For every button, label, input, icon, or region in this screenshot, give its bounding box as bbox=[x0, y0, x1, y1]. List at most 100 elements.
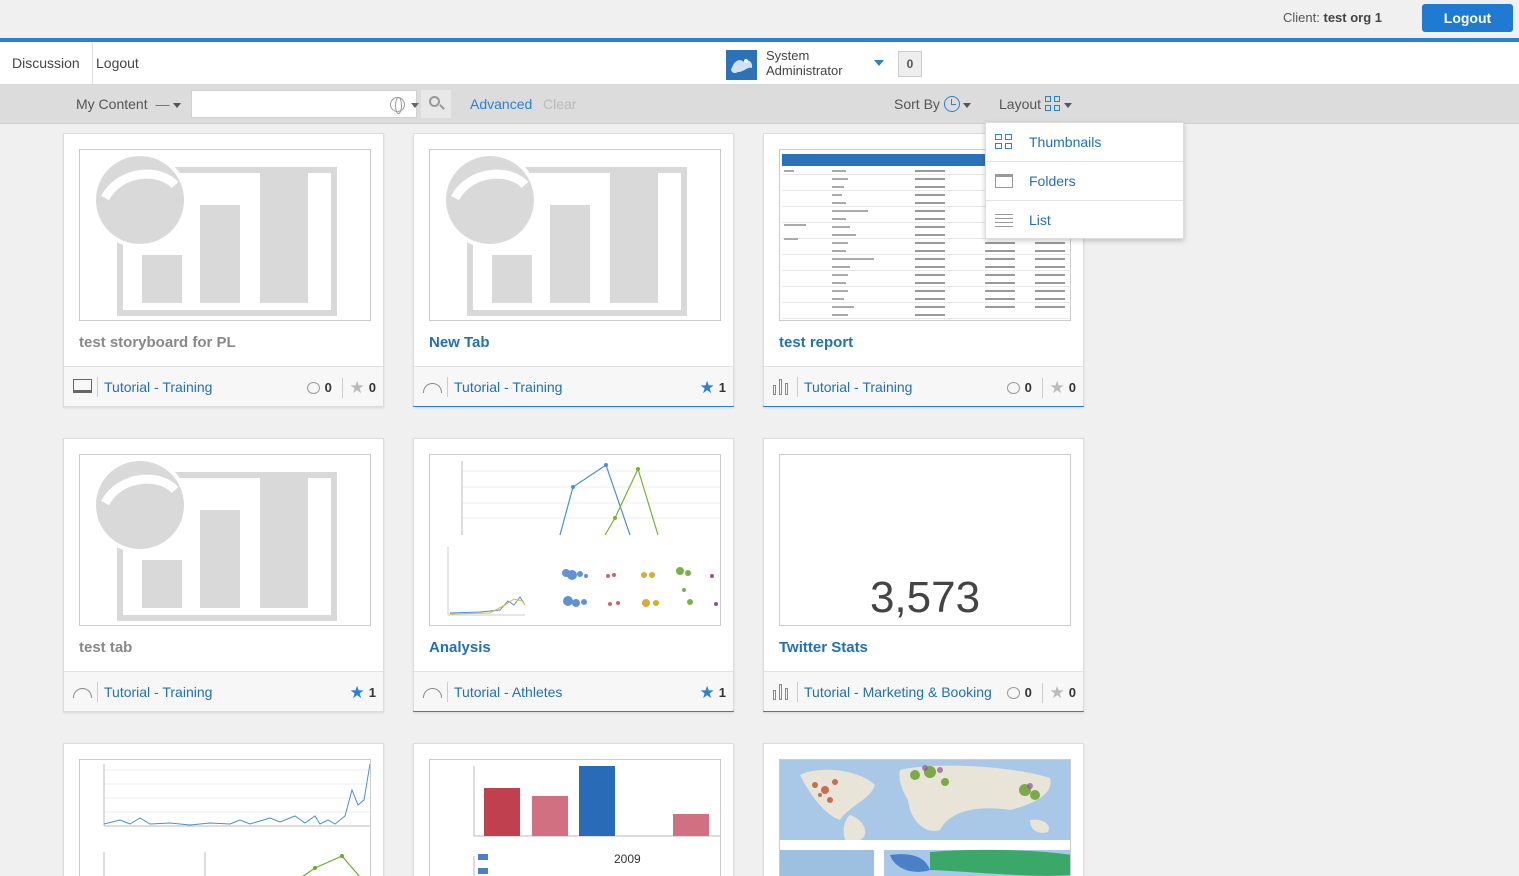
star-count[interactable]: ★ 0 bbox=[341, 378, 376, 398]
card-thumbnail[interactable] bbox=[79, 454, 371, 626]
content-card[interactable]: test storyboard for PL Tutorial - Traini… bbox=[63, 133, 384, 407]
bar-chart-thumbnail-icon bbox=[473, 766, 720, 876]
clear-search-link[interactable]: Clear bbox=[543, 96, 576, 112]
clock-icon bbox=[943, 96, 960, 112]
card-thumbnail[interactable] bbox=[79, 149, 371, 321]
content-card[interactable] bbox=[63, 743, 384, 876]
comment-count[interactable]: 0 bbox=[1006, 685, 1032, 700]
globe-icon[interactable] bbox=[390, 97, 405, 114]
card-title[interactable]: Analysis bbox=[429, 639, 491, 656]
card-thumbnail[interactable] bbox=[429, 149, 721, 321]
filter-bar: My Content — Advanced Clear Sort By Layou… bbox=[0, 85, 1519, 124]
content-card[interactable]: Analysis Tutorial - Athletes ★ 1 bbox=[413, 438, 734, 712]
layout-menu-label: Thumbnails bbox=[1029, 134, 1102, 150]
card-footer: Tutorial - Training ★ 1 bbox=[414, 366, 733, 406]
comment-count[interactable]: 0 bbox=[306, 380, 332, 395]
chart-year-label: 2009 bbox=[614, 852, 641, 866]
card-category-link[interactable]: Tutorial - Training bbox=[804, 379, 912, 395]
chevron-down-icon bbox=[1064, 102, 1073, 108]
content-card[interactable]: test tab Tutorial - Training ★ 1 bbox=[63, 438, 384, 712]
card-thumbnail[interactable]: 3,573 bbox=[779, 454, 1071, 626]
card-category-link[interactable]: Tutorial - Training bbox=[104, 379, 212, 395]
comment-bubble-icon bbox=[1006, 687, 1020, 699]
user-name: System Administrator bbox=[766, 48, 843, 78]
star-count[interactable]: ★ 0 bbox=[1041, 683, 1076, 703]
card-title[interactable]: Twitter Stats bbox=[779, 639, 868, 656]
advanced-search-link[interactable]: Advanced bbox=[470, 96, 532, 112]
avatar-image-icon bbox=[726, 50, 757, 80]
star-count-value: 0 bbox=[1068, 380, 1076, 395]
star-count-value: 1 bbox=[368, 685, 376, 700]
client-label: Client: bbox=[1283, 10, 1320, 25]
search-button[interactable] bbox=[421, 90, 451, 118]
content-card[interactable]: 3,573 Twitter Stats Tutorial - Marketing… bbox=[763, 438, 1084, 712]
comment-count-value: 0 bbox=[1024, 685, 1032, 700]
star-icon: ★ bbox=[699, 683, 715, 702]
card-footer: Tutorial - Athletes ★ 1 bbox=[414, 671, 733, 711]
star-icon: ★ bbox=[699, 378, 715, 397]
nav-bar: Discussion Logout System Administrator 0 bbox=[0, 42, 1519, 85]
comment-count-value: 0 bbox=[324, 380, 332, 395]
client-info: Client: test org 1 bbox=[1283, 10, 1382, 25]
card-thumbnail[interactable] bbox=[779, 759, 1071, 876]
card-thumbnail[interactable] bbox=[79, 759, 371, 876]
card-thumbnail[interactable] bbox=[429, 454, 721, 626]
star-count[interactable]: ★ 1 bbox=[700, 683, 726, 703]
nav-logout-link[interactable]: Logout bbox=[96, 42, 139, 84]
avatar bbox=[726, 50, 757, 80]
card-footer: Tutorial - Training 0 ★ 0 bbox=[764, 366, 1083, 406]
my-content-dropdown[interactable]: My Content — bbox=[76, 96, 181, 112]
user-name-line1: System bbox=[766, 48, 810, 63]
layout-menu-item-list[interactable]: List bbox=[986, 201, 1183, 240]
search-input[interactable] bbox=[191, 90, 417, 118]
card-footer: Tutorial - Training ★ 1 bbox=[64, 671, 383, 711]
card-stats: 0 ★ 0 bbox=[301, 378, 376, 398]
star-icon: ★ bbox=[1049, 683, 1065, 702]
star-count[interactable]: ★ 1 bbox=[350, 683, 376, 703]
user-menu[interactable]: System Administrator bbox=[726, 48, 916, 80]
layout-menu-item-folders[interactable]: Folders bbox=[986, 162, 1183, 201]
footer-divider bbox=[97, 682, 98, 702]
card-title[interactable]: New Tab bbox=[429, 334, 490, 351]
globe-chevron-down-icon[interactable] bbox=[411, 103, 419, 108]
chevron-down-icon bbox=[962, 102, 971, 108]
card-thumbnail[interactable]: 2009 bbox=[429, 759, 721, 876]
card-category-link[interactable]: Tutorial - Marketing & Booking bbox=[804, 684, 992, 700]
layout-menu-item-thumbnails[interactable]: Thumbnails bbox=[986, 123, 1183, 162]
star-count-value: 1 bbox=[718, 380, 726, 395]
notification-badge[interactable]: 0 bbox=[898, 51, 922, 77]
card-category-link[interactable]: Tutorial - Training bbox=[454, 379, 562, 395]
card-title[interactable]: test storyboard for PL bbox=[79, 334, 236, 351]
comment-bubble-icon bbox=[306, 382, 320, 394]
dashboard-gauge-icon bbox=[73, 688, 92, 698]
card-category-link[interactable]: Tutorial - Training bbox=[104, 684, 212, 700]
layout-dropdown[interactable]: Layout bbox=[999, 96, 1073, 112]
comment-bubble-icon bbox=[1006, 382, 1020, 394]
footer-divider bbox=[447, 377, 448, 397]
card-title[interactable]: test report bbox=[779, 334, 853, 351]
comment-count[interactable]: 0 bbox=[1006, 380, 1032, 395]
line-chart-thumbnail-icon bbox=[103, 763, 370, 876]
content-card[interactable]: New Tab Tutorial - Training ★ 1 bbox=[413, 133, 734, 407]
layout-label: Layout bbox=[999, 96, 1042, 112]
dashboard-gauge-icon bbox=[423, 688, 442, 698]
layout-menu: Thumbnails Folders List bbox=[985, 122, 1184, 239]
big-number-value: 3,573 bbox=[869, 573, 981, 622]
content-card[interactable] bbox=[763, 743, 1084, 876]
card-title[interactable]: test tab bbox=[79, 639, 132, 656]
nav-discussion-link[interactable]: Discussion bbox=[0, 42, 93, 84]
star-count-value: 0 bbox=[368, 380, 376, 395]
chevron-down-icon bbox=[172, 102, 181, 108]
footer-divider bbox=[97, 377, 98, 397]
card-category-link[interactable]: Tutorial - Athletes bbox=[454, 684, 562, 700]
star-count[interactable]: ★ 1 bbox=[700, 378, 726, 398]
sort-by-dropdown[interactable]: Sort By bbox=[894, 96, 971, 112]
sort-by-label: Sort By bbox=[894, 96, 940, 112]
storyboard-icon bbox=[73, 379, 92, 393]
user-menu-caret-icon[interactable] bbox=[874, 60, 884, 66]
top-logout-button[interactable]: Logout bbox=[1422, 4, 1513, 32]
report-bars-icon bbox=[773, 684, 792, 700]
content-card[interactable]: 2009 bbox=[413, 743, 734, 876]
star-count[interactable]: ★ 0 bbox=[1041, 378, 1076, 398]
dashboard-gauge-icon bbox=[423, 383, 442, 393]
